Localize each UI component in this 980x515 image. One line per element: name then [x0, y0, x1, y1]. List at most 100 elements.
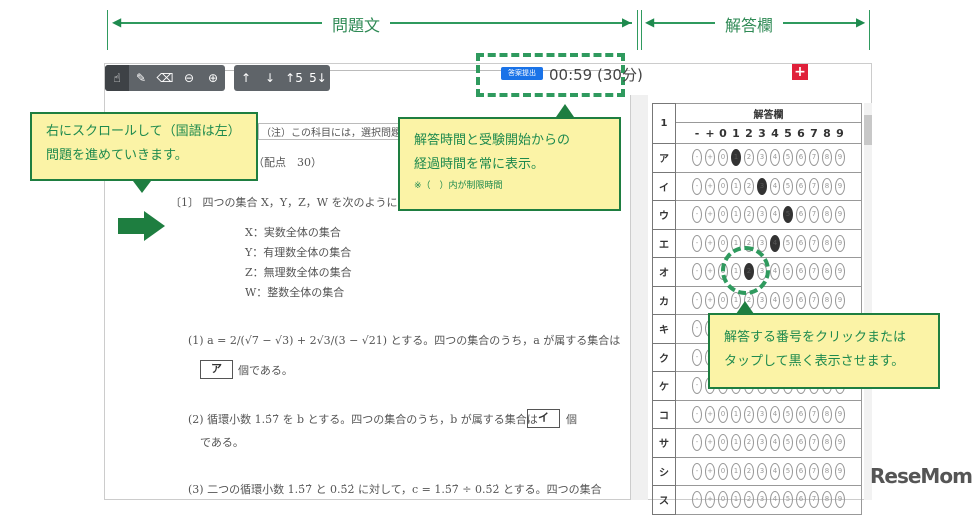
answer-bubble[interactable]: 4: [770, 291, 780, 309]
answer-bubble[interactable]: 0: [718, 149, 728, 167]
answer-bubble[interactable]: 6: [796, 462, 806, 480]
answer-bubble[interactable]: -: [692, 348, 702, 366]
answer-bubble[interactable]: -: [692, 177, 702, 195]
answer-bubble[interactable]: 9: [835, 149, 845, 167]
pointer-icon[interactable]: ☝: [105, 65, 129, 91]
answer-bubble[interactable]: 8: [822, 434, 832, 452]
answer-bubble[interactable]: -: [692, 405, 702, 423]
eraser-icon[interactable]: ⌫: [153, 65, 177, 91]
answer-bubble[interactable]: 6: [796, 263, 806, 281]
answer-bubble[interactable]: -: [692, 263, 702, 281]
answer-bubble[interactable]: 3: [757, 149, 767, 167]
answer-bubble[interactable]: 1: [731, 462, 741, 480]
answer-bubble[interactable]: 8: [822, 462, 832, 480]
answer-bubble[interactable]: 0: [718, 405, 728, 423]
add-icon[interactable]: +: [792, 64, 808, 80]
answer-bubble[interactable]: 3: [757, 177, 767, 195]
answer-bubble[interactable]: +: [705, 234, 715, 252]
answer-bubble[interactable]: 6: [796, 206, 806, 224]
up-button[interactable]: ↑: [234, 65, 258, 91]
down-button[interactable]: ↓: [258, 65, 282, 91]
answer-bubble[interactable]: 5: [783, 434, 793, 452]
answer-bubble[interactable]: 2: [744, 177, 754, 195]
answer-bubble[interactable]: 4: [770, 234, 780, 252]
answer-bubble[interactable]: +: [705, 149, 715, 167]
answer-bubble[interactable]: 7: [809, 234, 819, 252]
answer-bubble[interactable]: 4: [770, 263, 780, 281]
answer-bubble[interactable]: +: [705, 434, 715, 452]
answer-bubble[interactable]: 6: [796, 434, 806, 452]
answer-bubble[interactable]: 8: [822, 177, 832, 195]
answer-bubble[interactable]: 3: [757, 405, 767, 423]
answer-bubble[interactable]: 2: [744, 149, 754, 167]
answer-bubble[interactable]: -: [692, 206, 702, 224]
answer-bubble[interactable]: 5: [783, 405, 793, 423]
answer-bubble[interactable]: 9: [835, 234, 845, 252]
answer-bubble[interactable]: 3: [757, 434, 767, 452]
answer-bubble[interactable]: 2: [744, 405, 754, 423]
answer-bubble[interactable]: -: [692, 462, 702, 480]
answer-bubble[interactable]: 5: [783, 206, 793, 224]
answer-bubble[interactable]: 7: [809, 462, 819, 480]
answer-bubble[interactable]: 0: [718, 434, 728, 452]
down-5-button[interactable]: 5↓: [306, 65, 330, 91]
answer-bubble[interactable]: 8: [822, 206, 832, 224]
up-5-button[interactable]: ↑5: [282, 65, 306, 91]
answer-bubble[interactable]: 7: [809, 291, 819, 309]
answer-bubble[interactable]: 9: [835, 177, 845, 195]
answer-bubble[interactable]: 9: [835, 462, 845, 480]
answer-bubble[interactable]: 1: [731, 206, 741, 224]
answer-bubble[interactable]: 1: [731, 177, 741, 195]
answer-bubble[interactable]: -: [692, 320, 702, 338]
answer-bubble[interactable]: 7: [809, 177, 819, 195]
answer-bubble[interactable]: 3: [757, 291, 767, 309]
answer-bubble[interactable]: 5: [783, 462, 793, 480]
answer-bubble[interactable]: 6: [796, 234, 806, 252]
answer-bubble[interactable]: 4: [770, 405, 780, 423]
answer-bubble[interactable]: 4: [770, 434, 780, 452]
answer-bubble[interactable]: 1: [731, 149, 741, 167]
answer-bubble[interactable]: 4: [770, 149, 780, 167]
answer-bubble[interactable]: 9: [835, 291, 845, 309]
answer-bubble[interactable]: 7: [809, 434, 819, 452]
answer-bubble[interactable]: -: [692, 149, 702, 167]
answer-bubble[interactable]: 4: [770, 177, 780, 195]
answer-bubble[interactable]: 6: [796, 291, 806, 309]
answer-bubble[interactable]: +: [705, 291, 715, 309]
answer-bubble[interactable]: 6: [796, 405, 806, 423]
answer-bubble[interactable]: 6: [796, 149, 806, 167]
answer-bubble[interactable]: 6: [796, 177, 806, 195]
answer-bubble[interactable]: 2: [744, 434, 754, 452]
answer-bubble[interactable]: 7: [809, 206, 819, 224]
answer-bubble[interactable]: 5: [783, 234, 793, 252]
answer-bubble[interactable]: 3: [757, 462, 767, 480]
answer-bubble[interactable]: 5: [783, 291, 793, 309]
answer-bubble[interactable]: -: [692, 291, 702, 309]
answer-bubble[interactable]: 5: [783, 263, 793, 281]
answer-bubble[interactable]: 0: [718, 234, 728, 252]
answer-bubble[interactable]: 9: [835, 405, 845, 423]
answer-bubble[interactable]: -: [692, 234, 702, 252]
answer-bubble[interactable]: +: [705, 405, 715, 423]
answer-bubble[interactable]: 3: [757, 206, 767, 224]
answer-bubble[interactable]: 5: [783, 177, 793, 195]
answer-bubble[interactable]: 2: [744, 462, 754, 480]
answer-bubble[interactable]: 9: [835, 263, 845, 281]
answer-bubble[interactable]: +: [705, 462, 715, 480]
answer-bubble[interactable]: 4: [770, 206, 780, 224]
answer-bubble[interactable]: 0: [718, 462, 728, 480]
answer-bubble[interactable]: 0: [718, 291, 728, 309]
pencil-icon[interactable]: ✎: [129, 65, 153, 91]
answer-bubble[interactable]: 1: [731, 434, 741, 452]
answer-bubble[interactable]: 0: [718, 206, 728, 224]
answer-bubble[interactable]: 8: [822, 263, 832, 281]
answer-bubble[interactable]: 0: [718, 177, 728, 195]
answer-bubble[interactable]: 8: [822, 149, 832, 167]
answer-scrollbar[interactable]: [864, 103, 872, 500]
answer-bubble[interactable]: -: [692, 434, 702, 452]
answer-bubble[interactable]: 8: [822, 234, 832, 252]
zoom-in-icon[interactable]: ⊕: [201, 65, 225, 91]
answer-bubble[interactable]: 7: [809, 149, 819, 167]
answer-bubble[interactable]: 2: [744, 206, 754, 224]
answer-bubble[interactable]: 4: [770, 462, 780, 480]
